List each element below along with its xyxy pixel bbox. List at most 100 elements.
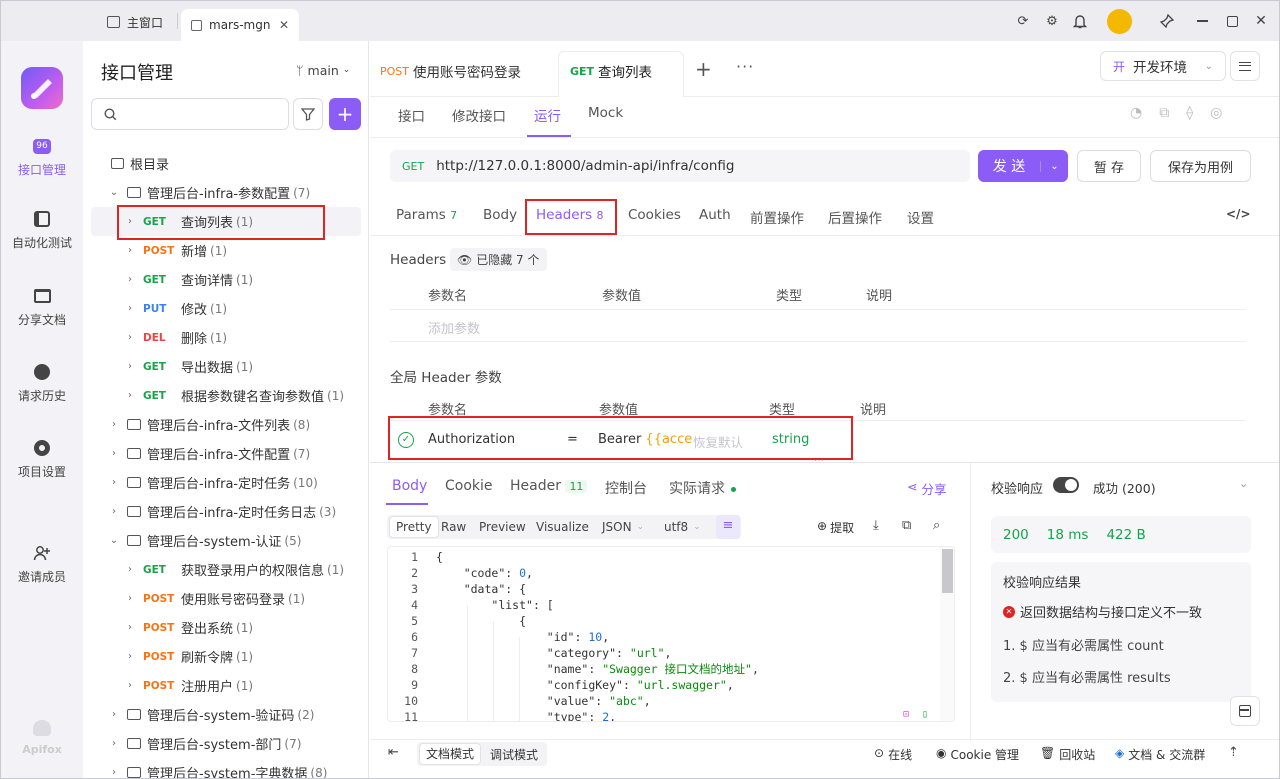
chevron-down-icon[interactable]: ⌄ — [1239, 477, 1248, 490]
chevron-right-icon[interactable]: › — [123, 332, 137, 343]
resp-tab-header[interactable]: Header 11 — [510, 478, 588, 494]
url-bar[interactable]: GET http://127.0.0.1:8000/admin-api/infr… — [390, 150, 970, 182]
tree-folder[interactable]: › 管理后台-infra-文件配置 (7) — [83, 439, 369, 468]
wrap-icon[interactable]: ≡ — [716, 515, 740, 539]
send-button[interactable]: 发 送 ⌄ — [978, 150, 1068, 182]
view-raw[interactable]: Raw — [435, 515, 472, 539]
bell-icon[interactable] — [1071, 12, 1089, 30]
tree-api-item[interactable]: › POST 使用账号密码登录 (1) — [83, 584, 369, 613]
copy-icon[interactable]: ⧉ — [902, 518, 911, 533]
tree-folder[interactable]: › 管理后台-infra-定时任务日志 (3) — [83, 497, 369, 526]
menu-button[interactable] — [1230, 51, 1260, 81]
tree-folder[interactable]: ⌄ 管理后台-system-认证 (5) — [83, 526, 369, 555]
chevron-right-icon[interactable]: › — [123, 651, 137, 662]
download-icon[interactable]: ⤓ — [873, 518, 879, 533]
online-status[interactable]: ⊙ 在线 — [874, 746, 912, 763]
rail-item-api[interactable]: 96 接口管理 — [1, 135, 83, 178]
community-link[interactable]: ◈ 文档 & 交流群 — [1115, 746, 1205, 763]
mode-doc[interactable]: 文档模式 — [419, 743, 482, 765]
tree-api-item[interactable]: › PUT 修改 (1) — [83, 294, 369, 323]
view-visualize[interactable]: Visualize — [530, 515, 595, 539]
resp-tab-body[interactable]: Body — [392, 478, 427, 494]
upload-icon[interactable]: ⇡ — [1228, 745, 1239, 760]
chevron-right-icon[interactable]: › — [123, 680, 137, 691]
param-tab-settings[interactable]: 设置 — [907, 207, 934, 227]
tree-api-item[interactable]: › POST 登出系统 (1) — [83, 613, 369, 642]
code-icon[interactable]: </> — [1226, 207, 1251, 221]
search-icon[interactable]: ⌕ — [933, 518, 940, 533]
chevron-right-icon[interactable]: › — [123, 361, 137, 372]
tree-api-item[interactable]: › GET 导出数据 (1) — [83, 352, 369, 381]
window-tab-project[interactable]: mars-mgn ✕ — [181, 9, 299, 41]
branch-selector[interactable]: ᛘ main ⌄ — [296, 63, 350, 78]
param-tab-auth[interactable]: Auth — [699, 207, 731, 223]
chevron-right-icon[interactable]: › — [123, 593, 137, 604]
pin-icon[interactable] — [1158, 12, 1176, 30]
tree-root[interactable]: 根目录 — [111, 149, 397, 178]
chevron-right-icon[interactable]: › — [123, 622, 137, 633]
fold-icon[interactable]: ⊡ — [903, 709, 909, 720]
target-icon[interactable]: ◎ — [1210, 105, 1222, 121]
view-pretty[interactable]: Pretty — [389, 516, 439, 538]
param-tab-cookies[interactable]: Cookies — [628, 207, 681, 223]
chevron-right-icon[interactable]: › — [107, 419, 121, 430]
filter-button[interactable] — [293, 98, 323, 130]
encoding-select[interactable]: utf8 ⌄ — [658, 515, 707, 539]
chevron-right-icon[interactable]: › — [107, 448, 121, 459]
chevron-right-icon[interactable]: › — [107, 709, 121, 720]
tree-folder[interactable]: › 管理后台-infra-定时任务 (10) — [83, 468, 369, 497]
subtab-run[interactable]: 运行 — [534, 105, 561, 125]
chevron-down-icon[interactable]: ⌄ — [107, 187, 121, 198]
chevron-right-icon[interactable]: › — [107, 767, 121, 778]
tree-api-item[interactable]: › GET 获取登录用户的权限信息 (1) — [83, 555, 369, 584]
tree-folder[interactable]: ⌄ 管理后台-infra-参数配置 (7) — [83, 178, 369, 207]
chevron-right-icon[interactable]: › — [123, 245, 137, 256]
tree-api-item[interactable]: › POST 刷新令牌 (1) — [83, 642, 369, 671]
tree-folder[interactable]: › 管理后台-system-部门 (7) — [83, 729, 369, 758]
cookie-manager[interactable]: ◉ Cookie 管理 — [936, 746, 1019, 763]
recycle-bin[interactable]: 🗑 回收站 — [1040, 746, 1095, 763]
panel-splitter[interactable] — [370, 462, 1279, 463]
collapse-icon[interactable]: ⇤ — [388, 745, 399, 760]
close-icon[interactable]: ✕ — [279, 18, 289, 32]
url-input[interactable]: http://127.0.0.1:8000/admin-api/infra/co… — [436, 158, 734, 174]
clock-icon[interactable]: ◔ — [1130, 105, 1142, 121]
tree-api-item[interactable]: › DEL 删除 (1) — [83, 323, 369, 352]
copy-icon[interactable]: ⧉ — [1159, 105, 1169, 121]
chevron-right-icon[interactable]: › — [107, 477, 121, 488]
tree-folder[interactable]: › 管理后台-infra-文件列表 (8) — [83, 410, 369, 439]
rail-item-invite[interactable]: 邀请成员 — [1, 542, 83, 585]
share-link[interactable]: ⋖ 分享 — [907, 479, 947, 498]
validate-toggle[interactable] — [1053, 477, 1079, 493]
scrollbar-thumb[interactable] — [942, 549, 953, 593]
new-tab-button[interactable]: + — [695, 57, 712, 81]
minimize-icon[interactable] — [1193, 12, 1211, 30]
save-case-button[interactable]: 保存为用例 — [1150, 150, 1251, 182]
hidden-headers-toggle[interactable]: 👁 已隐藏 7 个 — [450, 248, 547, 271]
env-selector[interactable]: 开 开发环境 ⌄ — [1100, 51, 1226, 81]
format-select[interactable]: JSON ⌄ — [596, 515, 650, 539]
chevron-down-icon[interactable]: ⌄ — [107, 535, 121, 546]
resp-tab-cookie[interactable]: Cookie — [445, 478, 493, 494]
tree-folder[interactable]: › 管理后台-system-验证码 (2) — [83, 700, 369, 729]
resp-tab-actual[interactable]: 实际请求 — [669, 478, 736, 498]
chevron-right-icon[interactable]: › — [123, 303, 137, 314]
doc-tab-list[interactable]: GET 查询列表 — [570, 61, 652, 82]
tree-api-item[interactable]: › GET 根据参数键名查询参数值 (1) — [83, 381, 369, 410]
view-preview[interactable]: Preview — [473, 515, 532, 539]
gear-icon[interactable]: ⚙ — [1043, 12, 1061, 30]
param-tab-pre[interactable]: 前置操作 — [750, 207, 804, 227]
chevron-right-icon[interactable]: › — [107, 738, 121, 749]
resp-tab-console[interactable]: 控制台 — [605, 478, 647, 498]
mode-debug[interactable]: 调试模式 — [490, 746, 538, 763]
response-code-viewer[interactable]: 1{2 "code": 0, 3 "data": {4 "list": [5 {6… — [387, 546, 955, 722]
scrollbar-track[interactable] — [940, 547, 954, 721]
tree-folder[interactable]: › 管理后台-system-字典数据 (8) — [83, 758, 369, 778]
doc-tab-login[interactable]: POST 使用账号密码登录 — [380, 61, 521, 82]
add-param-row[interactable]: 添加参数 — [390, 310, 1245, 342]
tree-api-item[interactable]: › GET 查询详情 (1) — [83, 265, 369, 294]
maximize-icon[interactable] — [1223, 12, 1241, 30]
chevron-right-icon[interactable]: › — [123, 564, 137, 575]
param-tab-body[interactable]: Body — [483, 207, 517, 223]
rail-item-history[interactable]: 请求历史 — [1, 361, 83, 404]
